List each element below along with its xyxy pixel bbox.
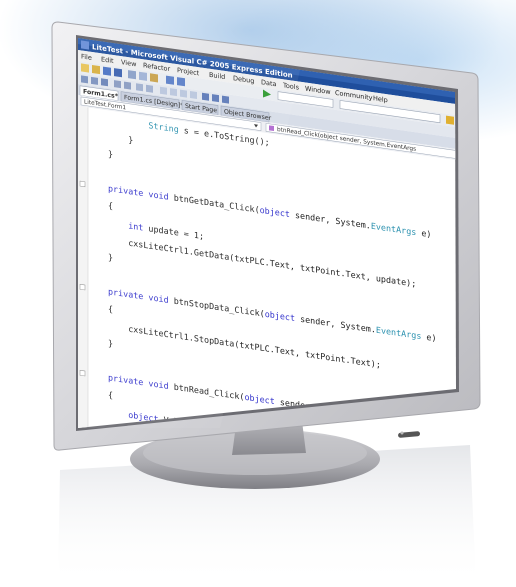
monitor-scene: LiteTest - Microsoft Visual C# 2005 Expr… [51,21,481,587]
